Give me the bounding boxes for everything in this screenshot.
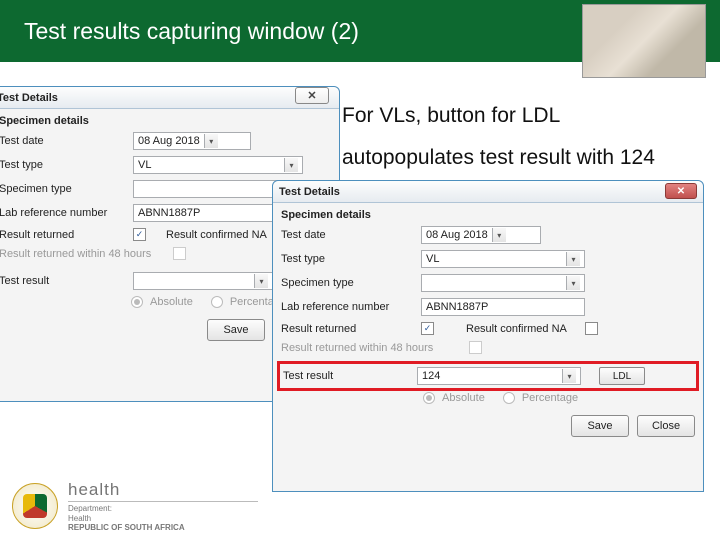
calendar-dropdown-icon[interactable]: ▾ xyxy=(204,134,218,148)
label-result-confirmed: Result confirmed NA xyxy=(166,229,267,241)
window-titlebar: Test Details ✕ xyxy=(0,87,339,109)
label-test-result: Test result xyxy=(0,275,129,287)
annotation-line-2: autopopulates test result with 124 xyxy=(342,146,655,170)
test-details-window-b: Test Details ✕ Specimen details Test dat… xyxy=(272,180,704,492)
label-test-date: Test date xyxy=(281,229,417,241)
brand-name: health xyxy=(68,480,258,500)
chevron-down-icon[interactable]: ▾ xyxy=(284,158,298,172)
slide-title: Test results capturing window (2) xyxy=(24,18,359,45)
result-returned-checkbox[interactable]: ✓ xyxy=(133,228,146,241)
window-title: Test Details xyxy=(279,186,340,198)
ldl-button[interactable]: LDL xyxy=(599,367,645,385)
window-title: Test Details xyxy=(0,92,58,104)
header-photo xyxy=(582,4,706,78)
section-specimen-details: Specimen details xyxy=(273,203,703,223)
window-titlebar: Test Details ✕ xyxy=(273,181,703,203)
annotation-line-1: For VLs, button for LDL xyxy=(342,104,560,128)
percentage-radio xyxy=(503,392,515,404)
chevron-down-icon[interactable]: ▾ xyxy=(566,276,580,290)
save-button[interactable]: Save xyxy=(207,319,265,341)
label-specimen-type: Specimen type xyxy=(281,277,417,289)
label-test-type: Test type xyxy=(281,253,417,265)
label-test-date: Test date xyxy=(0,135,129,147)
slide-header: Test results capturing window (2) xyxy=(0,0,720,62)
test-date-value: 08 Aug 2018 xyxy=(138,135,200,147)
dept-line-1: Department: xyxy=(68,504,258,513)
close-button[interactable]: Close xyxy=(637,415,695,437)
within-48-checkbox xyxy=(173,247,186,260)
label-specimen-type: Specimen type xyxy=(0,183,129,195)
label-lab-ref: Lab reference number xyxy=(0,207,129,219)
department-text: health Department: Health REPUBLIC OF SO… xyxy=(68,480,258,532)
close-icon[interactable]: ✕ xyxy=(295,87,329,104)
label-result-confirmed: Result confirmed NA xyxy=(466,323,567,335)
test-type-value: VL xyxy=(426,253,439,265)
test-date-field[interactable]: 08 Aug 2018 ▾ xyxy=(133,132,251,150)
test-result-combo[interactable]: 124 ▾ xyxy=(417,367,581,385)
label-test-result: Test result xyxy=(283,370,413,382)
test-type-value: VL xyxy=(138,159,151,171)
label-within-48: Result returned within 48 hours xyxy=(281,342,465,354)
save-button[interactable]: Save xyxy=(571,415,629,437)
percentage-radio xyxy=(211,296,223,308)
test-type-combo[interactable]: VL ▾ xyxy=(421,250,585,268)
calendar-dropdown-icon[interactable]: ▾ xyxy=(492,228,506,242)
dept-line-3: REPUBLIC OF SOUTH AFRICA xyxy=(68,523,258,532)
test-result-combo[interactable]: ▾ xyxy=(133,272,273,290)
label-test-type: Test type xyxy=(0,159,129,171)
result-returned-checkbox[interactable]: ✓ xyxy=(421,322,434,335)
close-icon[interactable]: ✕ xyxy=(665,183,697,199)
chevron-down-icon[interactable]: ▾ xyxy=(254,274,268,288)
within-48-checkbox xyxy=(469,341,482,354)
label-lab-ref: Lab reference number xyxy=(281,301,417,313)
chevron-down-icon[interactable]: ▾ xyxy=(562,369,576,383)
test-type-combo[interactable]: VL ▾ xyxy=(133,156,303,174)
label-absolute: Absolute xyxy=(442,392,485,404)
test-date-field[interactable]: 08 Aug 2018 ▾ xyxy=(421,226,541,244)
test-result-value: 124 xyxy=(422,370,440,382)
label-percentage: Percentage xyxy=(522,392,578,404)
label-result-returned: Result returned xyxy=(0,229,129,241)
result-confirmed-checkbox[interactable] xyxy=(585,322,598,335)
dept-line-2: Health xyxy=(68,514,258,523)
section-specimen-details: Specimen details xyxy=(0,109,339,129)
chevron-down-icon[interactable]: ▾ xyxy=(566,252,580,266)
lab-ref-value: ABNN1887P xyxy=(138,207,200,219)
label-result-returned: Result returned xyxy=(281,323,417,335)
lab-ref-value: ABNN1887P xyxy=(426,301,488,313)
lab-ref-field[interactable]: ABNN1887P xyxy=(421,298,585,316)
label-absolute: Absolute xyxy=(150,296,193,308)
absolute-radio xyxy=(423,392,435,404)
test-date-value: 08 Aug 2018 xyxy=(426,229,488,241)
footer-branding: health Department: Health REPUBLIC OF SO… xyxy=(12,480,258,532)
absolute-radio xyxy=(131,296,143,308)
label-within-48: Result returned within 48 hours xyxy=(0,248,169,260)
coat-of-arms-icon xyxy=(12,483,58,529)
specimen-type-combo[interactable]: ▾ xyxy=(421,274,585,292)
